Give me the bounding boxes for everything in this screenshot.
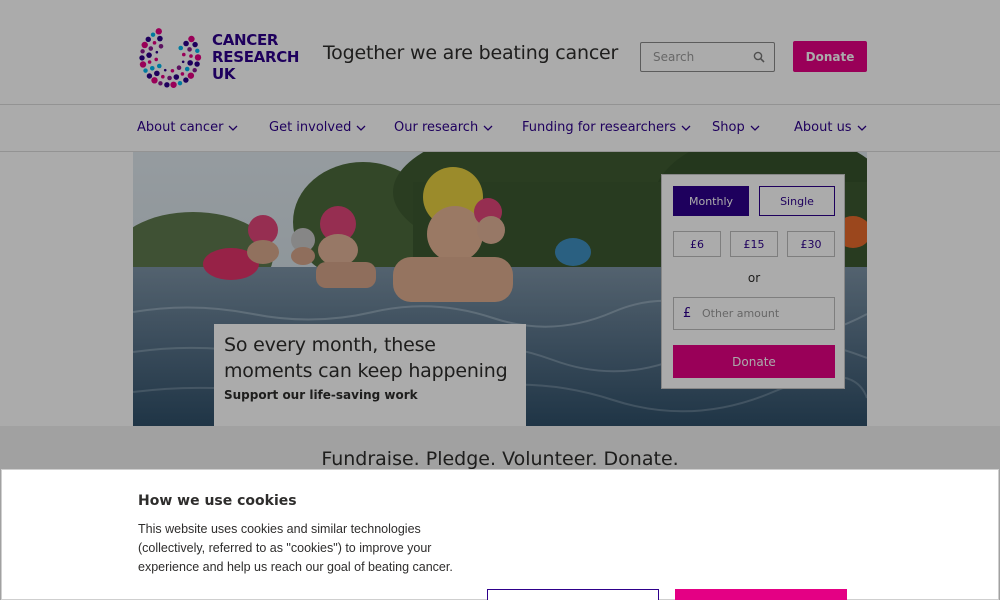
cookie-consent-panel: How we use cookies This website uses coo… [1, 469, 999, 600]
cookie-description: This website uses cookies and similar te… [138, 522, 453, 574]
cookie-secondary-button[interactable] [487, 589, 659, 600]
cookie-primary-button[interactable] [675, 589, 847, 600]
cookie-title: How we use cookies [138, 493, 297, 509]
